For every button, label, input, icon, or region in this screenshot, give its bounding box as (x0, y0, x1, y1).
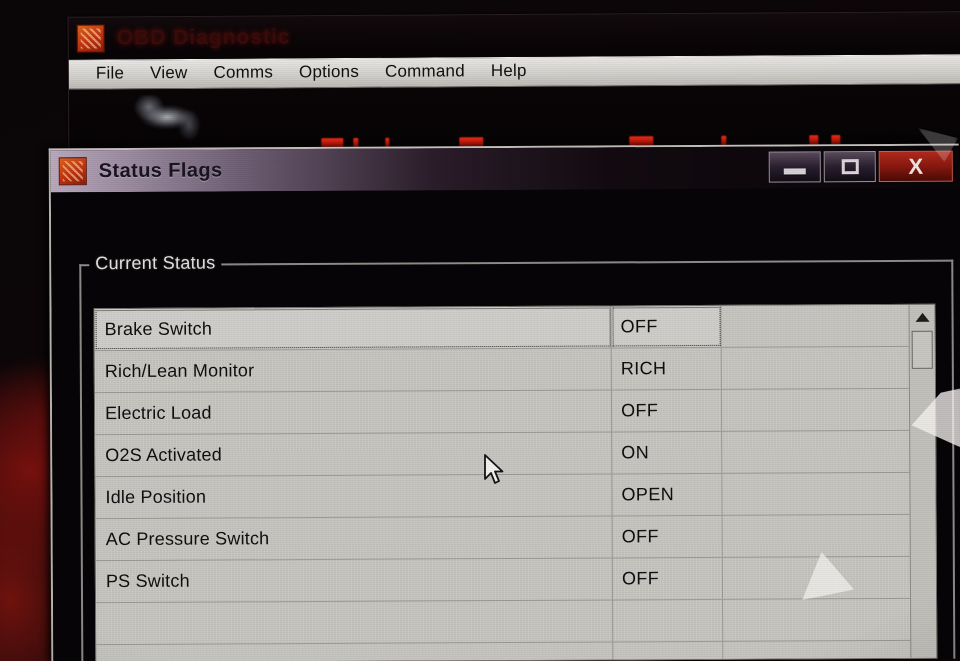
table-row[interactable]: Idle Position OPEN (95, 472, 910, 520)
vertical-scrollbar[interactable] (908, 304, 937, 658)
table-row[interactable]: Electric Load OFF (94, 388, 910, 436)
flag-value-cell: RICH (611, 347, 722, 390)
monitor-photo: OBD Diagnostic File View Comms Options C… (0, 0, 960, 661)
flag-pad-cell (722, 473, 909, 515)
flag-name-cell: Electric Load (94, 390, 613, 435)
flag-name-cell (96, 600, 614, 645)
minimize-icon (783, 168, 806, 175)
menu-item-comms[interactable]: Comms (200, 61, 286, 86)
flag-value-cell: OFF (611, 305, 722, 348)
dialog-titlebar[interactable]: Status Flags X (50, 145, 959, 193)
menu-item-help[interactable]: Help (478, 60, 540, 84)
table-row[interactable]: Rich/Lean Monitor RICH (94, 346, 909, 394)
menu-item-options[interactable]: Options (286, 61, 372, 86)
flag-name-cell: Brake Switch (94, 306, 612, 351)
table-row[interactable]: PS Switch OFF (95, 556, 911, 604)
grid-rows-area: Brake Switch OFF Rich/Lean Monitor RICH … (94, 304, 911, 661)
flag-value-cell (613, 641, 724, 661)
status-flags-dialog[interactable]: Status Flags X Current Status Brake Swit… (48, 143, 960, 661)
flag-name-cell: O2S Activated (95, 432, 613, 477)
flag-name-cell: Idle Position (95, 474, 613, 519)
flag-value-cell: OFF (612, 515, 723, 558)
menu-item-view[interactable]: View (137, 62, 200, 86)
flag-value-cell: OFF (612, 557, 724, 600)
flag-value-cell: OPEN (612, 473, 723, 516)
flag-pad-cell (723, 641, 910, 661)
maximize-icon (841, 159, 859, 175)
table-row[interactable]: Brake Switch OFF (94, 304, 909, 352)
window-controls: X (768, 150, 953, 183)
table-row[interactable] (96, 598, 911, 646)
toolbar-logo-graphic (127, 94, 220, 144)
flag-name-cell: Rich/Lean Monitor (94, 348, 612, 393)
flag-pad-cell (721, 305, 908, 347)
flag-value-cell (613, 599, 724, 642)
minimize-button[interactable] (768, 151, 821, 183)
close-button[interactable]: X (878, 150, 953, 183)
current-status-groupbox-label: Current Status (89, 252, 222, 275)
flag-value-cell: ON (612, 431, 723, 474)
main-window-titlebar[interactable]: OBD Diagnostic (68, 12, 960, 60)
scrollbar-thumb[interactable] (911, 330, 933, 369)
maximize-button[interactable] (823, 151, 876, 183)
close-icon: X (908, 153, 924, 179)
flag-pad-cell (722, 389, 909, 431)
menu-item-command[interactable]: Command (372, 60, 478, 85)
table-row[interactable] (96, 640, 911, 661)
flag-name-cell: PS Switch (95, 558, 614, 603)
app-logo-icon (76, 24, 105, 53)
dialog-body: Current Status Brake Switch OFF Rich/Lea… (50, 187, 960, 661)
status-flags-grid[interactable]: Brake Switch OFF Rich/Lean Monitor RICH … (93, 303, 938, 661)
flag-name-cell: AC Pressure Switch (95, 516, 613, 561)
table-row[interactable]: AC Pressure Switch OFF (95, 514, 910, 562)
menu-item-file[interactable]: File (83, 62, 137, 86)
flag-pad-cell (722, 347, 909, 389)
flag-pad-cell (723, 515, 910, 557)
flag-pad-cell (723, 557, 910, 599)
flag-name-cell (96, 642, 614, 661)
dialog-title: Status Flags (98, 158, 223, 182)
flag-pad-cell (723, 599, 910, 641)
app-logo-icon (58, 157, 87, 186)
scroll-up-arrow-icon[interactable] (909, 305, 934, 329)
flag-value-cell: OFF (611, 389, 723, 432)
table-row[interactable]: O2S Activated ON (95, 430, 910, 478)
flag-pad-cell (722, 431, 909, 473)
main-window-title: OBD Diagnostic (116, 25, 291, 50)
